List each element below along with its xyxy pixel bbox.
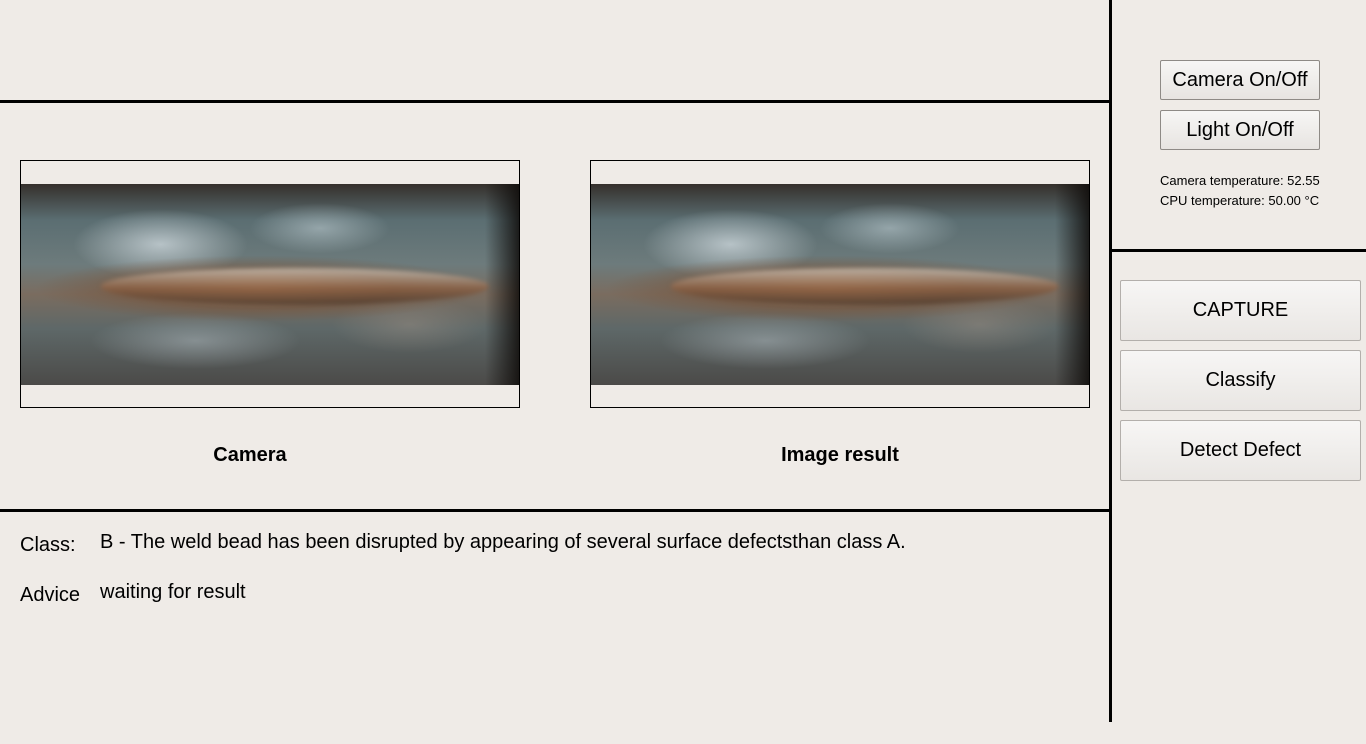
app-window: Camera Image result Class: B - The weld … (0, 0, 1366, 744)
camera-weld-image (21, 184, 519, 385)
advice-value: waiting for result (100, 581, 246, 603)
result-caption: Image result (781, 444, 899, 466)
camera-toggle-button[interactable]: Camera On/Off (1160, 60, 1320, 100)
middle-divider (0, 509, 1109, 512)
camera-temperature: Camera temperature: 52.55 (1160, 173, 1320, 188)
top-divider (0, 100, 1109, 103)
advice-label: Advice (20, 584, 81, 606)
cpu-temperature: CPU temperature: 50.00 °C (1160, 193, 1320, 208)
result-view (590, 160, 1090, 408)
light-toggle-button[interactable]: Light On/Off (1160, 110, 1320, 150)
class-label: Class: (20, 534, 76, 556)
camera-view (20, 160, 520, 408)
camera-caption: Camera (213, 444, 287, 466)
panel-divider (1109, 0, 1112, 722)
capture-button[interactable]: CAPTURE (1120, 280, 1361, 341)
result-weld-image (591, 184, 1089, 385)
detect-defect-button[interactable]: Detect Defect (1120, 420, 1361, 481)
classify-button[interactable]: Classify (1120, 350, 1361, 411)
control-panel-divider (1112, 249, 1366, 252)
class-value: B - The weld bead has been disrupted by … (100, 531, 906, 553)
